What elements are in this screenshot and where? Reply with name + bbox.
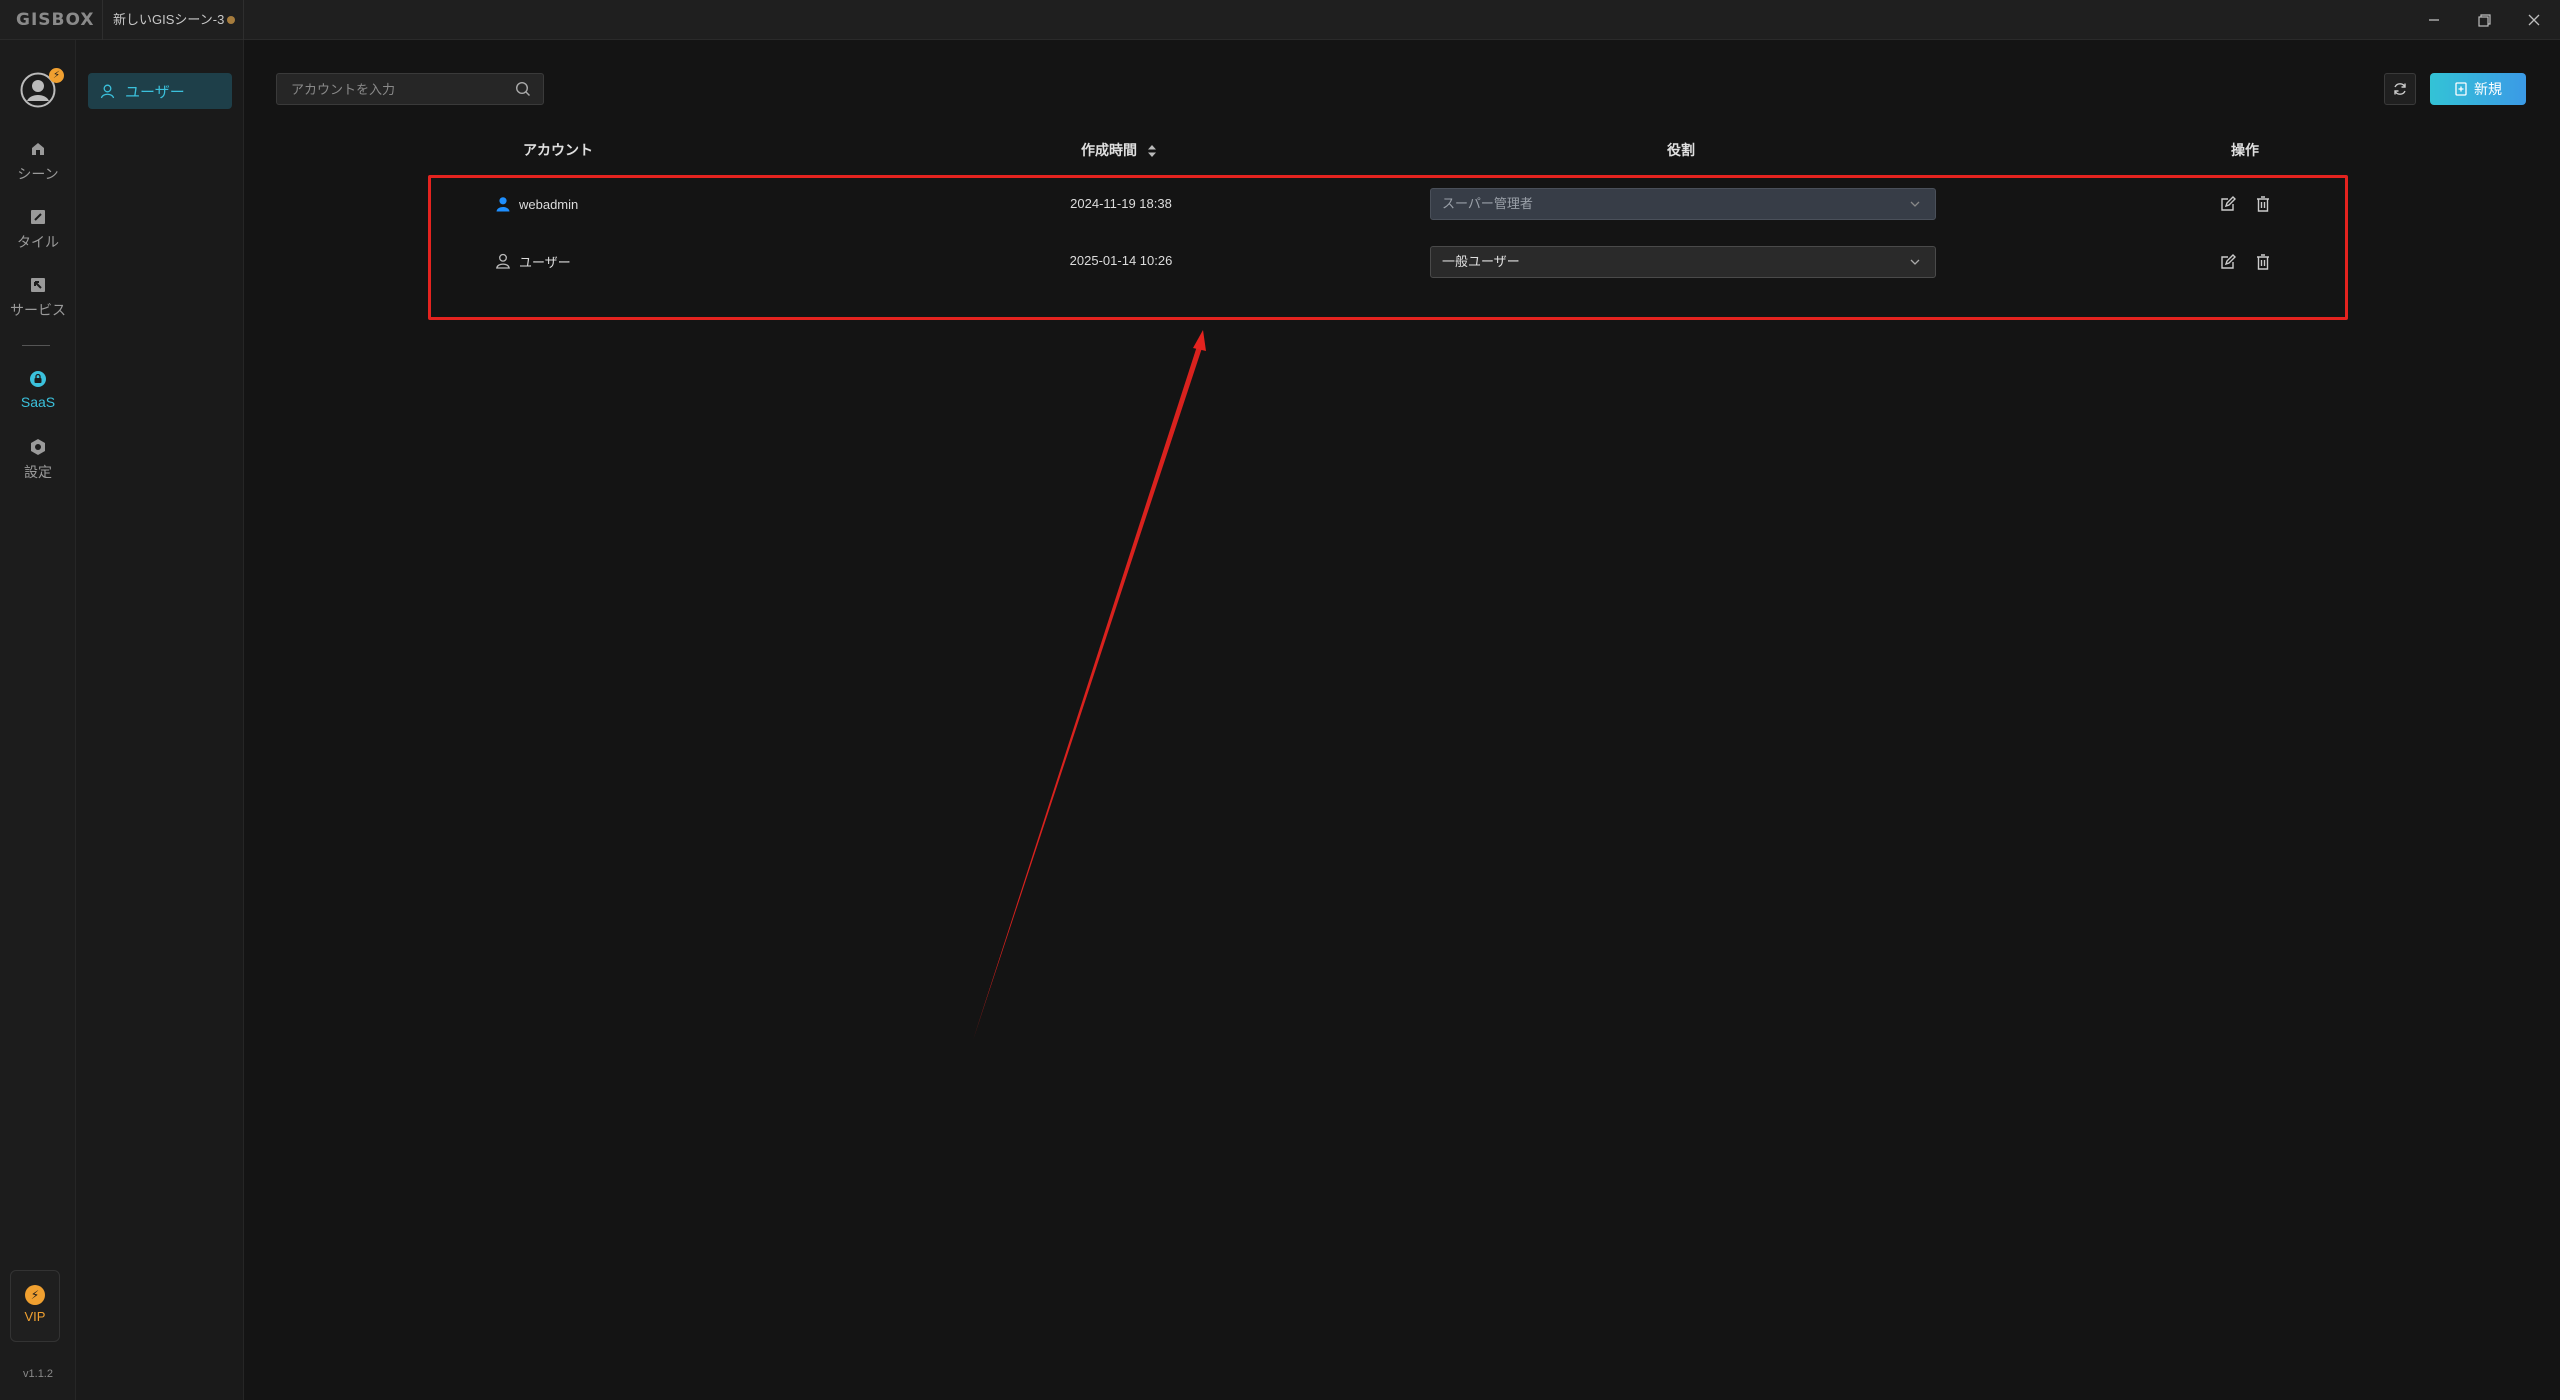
- rail-item-saas[interactable]: SaaS: [0, 370, 76, 426]
- tile-icon: [31, 210, 45, 224]
- account-name: ユーザー: [519, 254, 571, 270]
- created-time: 2024-11-19 18:38: [1070, 196, 1172, 211]
- rail-item-label: サービス: [10, 302, 66, 318]
- delete-icon[interactable]: [2254, 253, 2272, 271]
- table-row-account: ユーザー: [495, 249, 571, 273]
- created-time: 2025-01-14 10:26: [1069, 253, 1173, 268]
- rail-item-label: タイル: [17, 234, 59, 250]
- role-select-value: 一般ユーザー: [1442, 254, 1520, 269]
- chevron-down-icon: [1910, 259, 1920, 265]
- edit-icon[interactable]: [2219, 195, 2237, 213]
- rail-item-scene[interactable]: シーン: [0, 140, 76, 196]
- table-row-account: webadmin: [495, 192, 578, 216]
- search-icon[interactable]: [515, 81, 531, 97]
- document-tab[interactable]: 新しいGISシーン-3: [102, 0, 244, 40]
- close-icon[interactable]: [2522, 8, 2546, 32]
- new-button-label: 新規: [2474, 81, 2502, 97]
- restore-icon[interactable]: [2472, 8, 2496, 32]
- account-name: webadmin: [519, 196, 579, 212]
- title-bar: GISBOX 新しいGISシーン-3: [0, 0, 2560, 40]
- header-role: 役割: [1667, 142, 1695, 158]
- saas-icon: [30, 371, 46, 387]
- version-label: v1.1.2: [23, 1368, 53, 1380]
- edit-icon[interactable]: [2219, 253, 2237, 271]
- app-logo: GISBOX: [16, 10, 95, 30]
- scene-icon: [32, 143, 44, 155]
- rail-item-service[interactable]: サービス: [0, 276, 76, 332]
- left-rail: ⚡ シーン タイル サービス SaaS 設定 ⚡ VIP v1.1.2: [0, 40, 76, 1400]
- rail-item-label: SaaS: [20, 394, 56, 410]
- vip-button[interactable]: ⚡ VIP: [10, 1270, 60, 1342]
- header-created[interactable]: 作成時間: [1081, 140, 1157, 160]
- chevron-down-icon: [1910, 201, 1920, 207]
- add-file-icon: [2455, 82, 2467, 96]
- search-input[interactable]: [277, 74, 507, 104]
- new-button[interactable]: 新規: [2430, 73, 2526, 105]
- refresh-icon: [2394, 83, 2406, 95]
- subnav-item-label: ユーザー: [125, 83, 185, 101]
- avatar-badge-icon: ⚡: [49, 68, 64, 83]
- subnav-item-users[interactable]: ユーザー: [88, 73, 232, 109]
- highlight-annotation-box: [428, 175, 2348, 320]
- search-box: [276, 73, 544, 105]
- header-actions: 操作: [2231, 142, 2259, 158]
- settings-icon: [31, 439, 45, 455]
- minimize-icon[interactable]: [2422, 8, 2446, 32]
- secondary-nav: ユーザー: [76, 40, 244, 1400]
- service-icon: [31, 278, 45, 292]
- unsaved-dot-icon: [227, 16, 235, 24]
- rail-item-tile[interactable]: タイル: [0, 208, 76, 264]
- sort-icon[interactable]: [1147, 144, 1157, 158]
- header-created-label: 作成時間: [1081, 142, 1137, 158]
- document-tab-label: 新しいGISシーン-3: [113, 12, 225, 27]
- refresh-button[interactable]: [2384, 73, 2416, 105]
- rail-item-label: 設定: [24, 464, 52, 480]
- role-select[interactable]: 一般ユーザー: [1430, 246, 1936, 278]
- vip-label: VIP: [24, 1309, 46, 1324]
- header-account: アカウント: [523, 142, 593, 158]
- role-select-value: スーパー管理者: [1442, 196, 1533, 211]
- user-filled-icon: [496, 197, 510, 212]
- user-icon: [100, 84, 115, 98]
- rail-item-label: シーン: [17, 166, 59, 182]
- rail-divider: [22, 345, 50, 346]
- rail-item-settings[interactable]: 設定: [0, 438, 76, 494]
- lightning-icon: ⚡: [25, 1285, 45, 1305]
- role-select[interactable]: スーパー管理者: [1430, 188, 1936, 220]
- user-outline-icon: [496, 253, 510, 269]
- delete-icon[interactable]: [2254, 195, 2272, 213]
